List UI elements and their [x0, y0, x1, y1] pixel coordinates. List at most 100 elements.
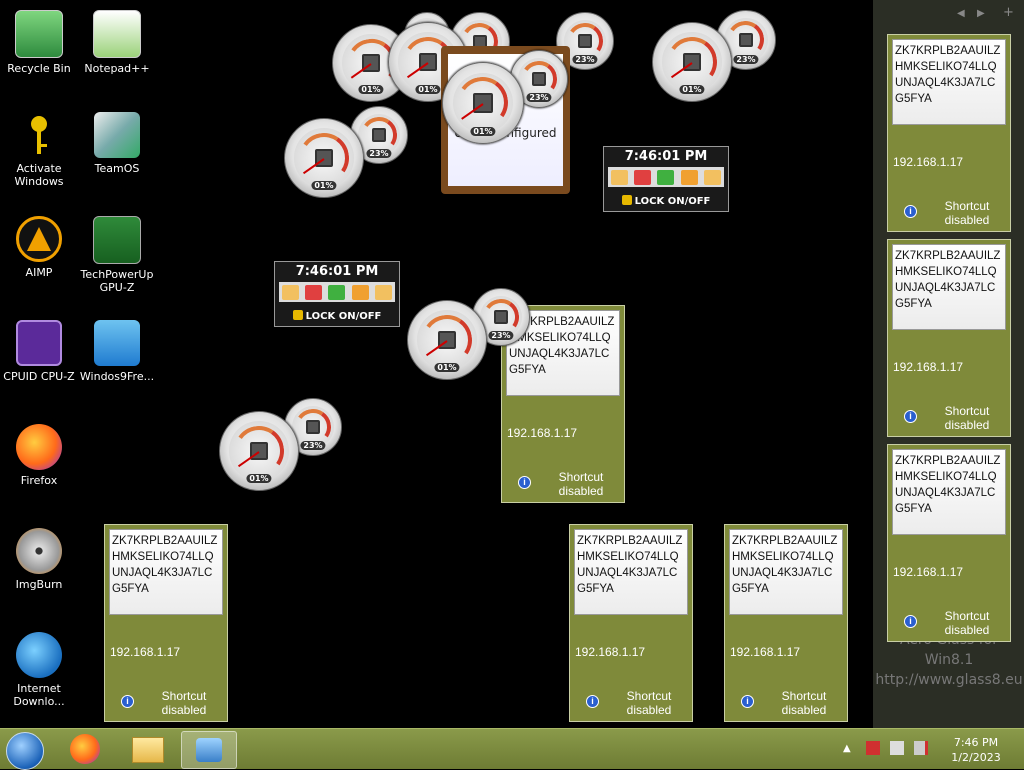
- ip-address: 192.168.1.17: [110, 645, 181, 659]
- network-icon[interactable]: [890, 741, 904, 755]
- clock-buttons: [279, 282, 395, 302]
- cpu-gauge[interactable]: 01%: [652, 22, 732, 102]
- desktop-icon-firefox[interactable]: Firefox: [0, 424, 78, 487]
- cpu-gauge[interactable]: 01%: [219, 411, 299, 491]
- taskbar: ▲ 7:46 PM 1/2/2023: [0, 728, 1024, 770]
- show-hidden-icons[interactable]: ▲: [843, 743, 851, 754]
- desktop-icon-activate-windows[interactable]: Activate Windows: [0, 112, 78, 188]
- key-code: ZK7KRPLB2AAUILZHMKSELIKO74LLQUNJAQL4K3JA…: [892, 244, 1006, 330]
- key-code: ZK7KRPLB2AAUILZHMKSELIKO74LLQUNJAQL4K3JA…: [574, 529, 688, 615]
- key-code: ZK7KRPLB2AAUILZHMKSELIKO74LLQUNJAQL4K3JA…: [109, 529, 223, 615]
- desktop-icon-idm[interactable]: Internet Downlo...: [0, 632, 78, 708]
- desktop-icon-notepadpp[interactable]: Notepad++: [78, 10, 156, 75]
- eject-icon[interactable]: [703, 169, 721, 185]
- info-icon: i: [586, 695, 599, 708]
- cpu-percent: 01%: [311, 180, 337, 190]
- key-gadget[interactable]: ZK7KRPLB2AAUILZHMKSELIKO74LLQUNJAQL4K3JA…: [569, 524, 693, 722]
- ip-address: 192.168.1.17: [730, 645, 801, 659]
- cpu-percent: 01%: [470, 126, 496, 136]
- shortcut-status: Shortcut disabled: [161, 689, 207, 717]
- memory-percent: 23%: [488, 330, 514, 340]
- power-icon[interactable]: [305, 284, 323, 300]
- info-icon: i: [518, 476, 531, 489]
- clock-gadget[interactable]: 7:46:01 PM LOCK ON/OFF: [274, 261, 400, 327]
- cpu-percent: 01%: [415, 84, 441, 94]
- settings-icon[interactable]: [328, 284, 346, 300]
- cpu-gauge[interactable]: 01%: [442, 62, 524, 144]
- memory-percent: 23%: [526, 92, 552, 102]
- eject-icon[interactable]: [374, 284, 392, 300]
- desktop-icon-gpuz[interactable]: TechPowerUp GPU-Z: [78, 216, 156, 294]
- padlock-icon: [621, 195, 632, 205]
- desktop-icon-label: Notepad++: [84, 62, 150, 75]
- desktop-icon-label: TechPowerUp GPU-Z: [80, 268, 154, 294]
- shortcut-status: Shortcut disabled: [781, 689, 827, 717]
- recycle-bin-icon: [15, 10, 63, 58]
- clock-gadget[interactable]: 7:46:01 PM LOCK ON/OFF: [603, 146, 729, 212]
- clock-time: 7:46:01 PM: [295, 264, 379, 279]
- ip-address: 192.168.1.17: [893, 360, 964, 374]
- ip-address: 192.168.1.17: [575, 645, 646, 659]
- desktop-icon-teamos[interactable]: TeamOS: [78, 112, 156, 175]
- desktop-icon-recycle-bin[interactable]: Recycle Bin: [0, 10, 78, 75]
- watermark-line2: http://www.glass8.eu: [875, 672, 1023, 688]
- shortcut-status: Shortcut disabled: [558, 470, 604, 498]
- taskbar-clock[interactable]: 7:46 PM 1/2/2023: [940, 735, 1012, 765]
- key-gadget[interactable]: ZK7KRPLB2AAUILZHMKSELIKO74LLQUNJAQL4K3JA…: [724, 524, 848, 722]
- power-icon[interactable]: [634, 169, 652, 185]
- cpu-percent: 01%: [679, 84, 705, 94]
- shortcut-status: Shortcut disabled: [626, 689, 672, 717]
- firefox-icon: [70, 734, 100, 764]
- sidebar-add-icon[interactable]: +: [1003, 5, 1014, 20]
- tools-icon[interactable]: [351, 284, 369, 300]
- desktop-icon-label: Internet Downlo...: [13, 682, 65, 708]
- taskbar-explorer[interactable]: [120, 731, 174, 767]
- info-icon: i: [121, 695, 134, 708]
- sidebar-key-gadget[interactable]: ZK7KRPLB2AAUILZHMKSELIKO74LLQUNJAQL4K3JA…: [887, 444, 1011, 642]
- tools-icon[interactable]: [680, 169, 698, 185]
- cpu-percent: 01%: [434, 362, 460, 372]
- windos9-icon: [94, 320, 140, 366]
- lock-toggle[interactable]: LOCK ON/OFF: [275, 310, 399, 322]
- folder-icon: [132, 737, 164, 763]
- clock-buttons: [608, 167, 724, 187]
- sidebar-next-icon[interactable]: ▶: [977, 8, 985, 19]
- sidebar-key-gadget[interactable]: ZK7KRPLB2AAUILZHMKSELIKO74LLQUNJAQL4K3JA…: [887, 34, 1011, 232]
- volume-muted-icon[interactable]: [914, 741, 928, 755]
- cpu-gauge[interactable]: 01%: [284, 118, 364, 198]
- memory-percent: 23%: [572, 54, 598, 64]
- sidebar-prev-icon[interactable]: ◀: [957, 8, 965, 19]
- key-code: ZK7KRPLB2AAUILZHMKSELIKO74LLQUNJAQL4K3JA…: [729, 529, 843, 615]
- clock-time: 7:46:01 PM: [624, 149, 708, 164]
- cpu-percent: 01%: [246, 473, 272, 483]
- lock-label: LOCK ON/OFF: [634, 196, 711, 207]
- desktop-icon-label: Recycle Bin: [7, 62, 71, 75]
- shortcut-status: Shortcut disabled: [944, 404, 990, 432]
- ip-address: 192.168.1.17: [507, 426, 578, 440]
- desktop-icon-cpuz[interactable]: CPUID CPU-Z: [0, 320, 78, 383]
- sidebar-key-gadget[interactable]: ZK7KRPLB2AAUILZHMKSELIKO74LLQUNJAQL4K3JA…: [887, 239, 1011, 437]
- lock-label: LOCK ON/OFF: [305, 311, 382, 322]
- idm-icon: [16, 632, 62, 678]
- settings-icon[interactable]: [657, 169, 675, 185]
- desktop-icon-imgburn[interactable]: ImgBurn: [0, 528, 78, 591]
- folder-icon[interactable]: [282, 284, 300, 300]
- key-gadget[interactable]: ZK7KRPLB2AAUILZHMKSELIKO74LLQUNJAQL4K3JA…: [104, 524, 228, 722]
- taskbar-network[interactable]: [181, 731, 237, 769]
- start-button[interactable]: [6, 732, 44, 770]
- folder-icon[interactable]: [611, 169, 629, 185]
- desktop-icon-label: ImgBurn: [15, 578, 63, 591]
- gpuz-icon: [93, 216, 141, 264]
- shortcut-status: Shortcut disabled: [944, 609, 990, 637]
- ip-address: 192.168.1.17: [893, 565, 964, 579]
- notepadpp-icon: [93, 10, 141, 58]
- desktop-icon-windos9[interactable]: Windos9Fre...: [78, 320, 156, 383]
- aimp-icon: [16, 216, 62, 262]
- lock-toggle[interactable]: LOCK ON/OFF: [604, 195, 728, 207]
- taskbar-firefox[interactable]: [58, 731, 112, 767]
- action-center-flag-icon[interactable]: [866, 741, 880, 755]
- cpu-gauge[interactable]: 01%: [407, 300, 487, 380]
- key-code: ZK7KRPLB2AAUILZHMKSELIKO74LLQUNJAQL4K3JA…: [892, 449, 1006, 535]
- taskbar-date: 1/2/2023: [951, 751, 1001, 764]
- desktop-icon-aimp[interactable]: AIMP: [0, 216, 78, 279]
